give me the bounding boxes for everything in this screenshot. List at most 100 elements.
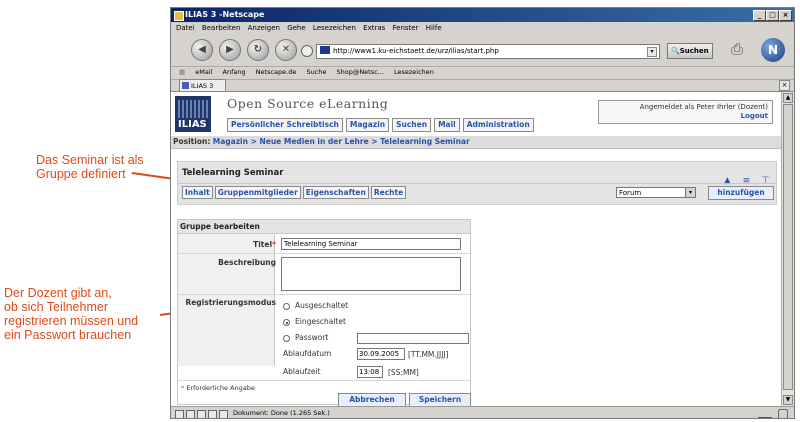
- save-button[interactable]: Speichern: [409, 393, 471, 406]
- nav-mail[interactable]: Mail: [434, 118, 460, 132]
- nav-administration[interactable]: Administration: [462, 118, 534, 132]
- option-eingeschaltet: Eingeschaltet: [295, 317, 346, 326]
- breadcrumb: Position: Magazin > Neue Medien in der L…: [171, 136, 781, 149]
- nav-suchen[interactable]: Suchen: [392, 118, 432, 132]
- breadcrumb-path[interactable]: Magazin > Neue Medien in der Lehre > Tel…: [213, 137, 470, 146]
- description-textarea[interactable]: [281, 257, 461, 291]
- group-tabs: Inhalt Gruppenmitglieder Eigenschaften Rech…: [182, 186, 408, 199]
- logout-link[interactable]: Logout: [741, 112, 768, 120]
- chevron-down-icon[interactable]: ▾: [685, 188, 695, 197]
- back-button[interactable]: ◀: [191, 39, 213, 61]
- cancel-button[interactable]: Abbrechen: [338, 393, 406, 406]
- search-button[interactable]: 🔍Suchen: [667, 43, 713, 59]
- offline-icon[interactable]: [758, 409, 772, 418]
- radio-eingeschaltet[interactable]: [283, 319, 290, 326]
- menu-fenster[interactable]: Fenster: [393, 24, 419, 32]
- reload-button[interactable]: ↻: [247, 39, 269, 61]
- window-titlebar: ILIAS 3 -Netscape _ □ ×: [171, 8, 794, 22]
- scroll-up-icon[interactable]: ▲: [783, 93, 793, 103]
- personal-toolbar: ▦ eMail Anfang Netscape.de Suche Shop@Ne…: [171, 66, 794, 80]
- add-button[interactable]: hinzufügen: [708, 186, 774, 200]
- nav-magazin[interactable]: Magazin: [345, 118, 390, 132]
- url-text: http://www1.ku-eichstaett.de/urz/ilias/s…: [333, 47, 499, 55]
- menu-hilfe[interactable]: Hilfe: [426, 24, 442, 32]
- mail-icon[interactable]: [186, 410, 195, 418]
- maximize-button[interactable]: □: [766, 10, 779, 21]
- print-icon[interactable]: ⎙: [731, 40, 753, 58]
- main-navigation: Persönlicher Schreibtisch Magazin Suchen Ma…: [227, 118, 537, 132]
- registration-label: Registrierungsmodus: [185, 298, 276, 307]
- menu-gehe[interactable]: Gehe: [287, 24, 305, 32]
- nav-persoenlicher-schreibtisch[interactable]: Persönlicher Schreibtisch: [227, 118, 343, 132]
- stop-button[interactable]: ✕: [275, 39, 297, 61]
- navigation-toolbar: ◀ ▶ ↻ ✕ http://www1.ku-eichstaett.de/urz…: [171, 35, 794, 67]
- menu-lesezeichen[interactable]: Lesezeichen: [313, 24, 356, 32]
- menu-bar: Datei Bearbeiten Anzeigen Gehe Lesezeich…: [171, 22, 794, 35]
- list-icon[interactable]: ≡: [742, 177, 751, 186]
- app-icon: [174, 11, 184, 21]
- option-passwort: Passwort: [295, 333, 329, 342]
- site-title: Open Source eLearning: [227, 96, 389, 111]
- address-book-icon[interactable]: [219, 410, 228, 418]
- chevron-down-icon[interactable]: ▾: [647, 47, 657, 57]
- forward-button[interactable]: ▶: [219, 39, 241, 61]
- tab-rechte[interactable]: Rechte: [370, 186, 407, 199]
- group-title: Telelearning Seminar: [182, 168, 284, 178]
- expiry-date-label: Ablaufdatum: [283, 349, 332, 358]
- menu-anzeigen[interactable]: Anzeigen: [248, 24, 280, 32]
- close-tab-icon[interactable]: ×: [779, 80, 790, 91]
- description-label: Beschreibung: [218, 258, 276, 267]
- vertical-scrollbar[interactable]: ▲ ▼: [781, 92, 794, 406]
- menu-bearbeiten[interactable]: Bearbeiten: [202, 24, 240, 32]
- bookmark-anfang[interactable]: Anfang: [223, 68, 246, 76]
- bookmark-suche[interactable]: Suche: [306, 68, 326, 76]
- menu-extras[interactable]: Extras: [363, 24, 385, 32]
- netscape-logo-icon: N: [761, 38, 785, 62]
- password-input[interactable]: [357, 333, 469, 344]
- bookmark-email[interactable]: eMail: [195, 68, 212, 76]
- required-note: * Erforderliche Angabe: [181, 384, 255, 392]
- search-icon: 🔍: [671, 47, 680, 55]
- tab-bar: ILIAS 3 ×: [171, 79, 794, 92]
- expiry-time-format: [SS:MM]: [388, 368, 419, 377]
- menu-datei[interactable]: Datei: [176, 24, 195, 32]
- url-input[interactable]: http://www1.ku-eichstaett.de/urz/ilias/s…: [316, 44, 660, 59]
- bookmark-netscape[interactable]: Netscape.de: [256, 68, 297, 76]
- title-input[interactable]: Telelearning Seminar: [281, 238, 461, 250]
- bookmark-shop[interactable]: Shop@Netsc...: [336, 68, 383, 76]
- up-arrow-icon[interactable]: ▲: [723, 177, 732, 186]
- tab-eigenschaften[interactable]: Eigenschaften: [302, 186, 369, 199]
- expiry-date-input[interactable]: 30.09.2005: [357, 348, 405, 360]
- status-text: Dokument: Done (1.265 Sek.): [233, 409, 330, 417]
- radio-ausgeschaltet[interactable]: [283, 303, 290, 310]
- ilias-header: ILIAS Open Source eLearning Persönlicher…: [171, 92, 781, 136]
- scroll-down-icon[interactable]: ▼: [783, 395, 793, 405]
- minimize-button[interactable]: _: [753, 10, 766, 21]
- home-icon[interactable]: [301, 45, 313, 57]
- scroll-thumb[interactable]: [783, 104, 793, 390]
- radio-passwort[interactable]: [283, 335, 290, 342]
- tree-icon[interactable]: ⊤: [761, 177, 770, 186]
- close-button[interactable]: ×: [779, 10, 792, 21]
- divider: [178, 253, 470, 254]
- expiry-time-label: Ablaufzeit: [283, 367, 321, 376]
- object-type-select[interactable]: Forum ▾: [616, 187, 696, 198]
- status-bar: Dokument: Done (1.265 Sek.): [171, 406, 794, 418]
- user-text: Angemeldet als Peter Ihrler (Dozent): [639, 103, 768, 111]
- lock-icon[interactable]: [778, 409, 788, 418]
- security-icon[interactable]: [175, 410, 184, 418]
- chat-icon[interactable]: [208, 410, 217, 418]
- favicon-icon: [320, 46, 330, 54]
- divider: [178, 183, 776, 184]
- tab-inhalt[interactable]: Inhalt: [182, 186, 213, 199]
- composer-icon[interactable]: [197, 410, 206, 418]
- tab-gruppenmitglieder[interactable]: Gruppenmitglieder: [214, 186, 301, 199]
- expiry-time-input[interactable]: 13:08: [357, 366, 383, 378]
- divider: [178, 294, 470, 295]
- bookmark-lesezeichen[interactable]: Lesezeichen: [394, 68, 434, 76]
- ilias-logo[interactable]: ILIAS: [175, 96, 211, 132]
- browser-window: ILIAS 3 -Netscape _ □ × Datei Bearbeiten…: [170, 7, 795, 419]
- tab-ilias[interactable]: ILIAS 3: [179, 79, 226, 91]
- tab-label: ILIAS 3: [191, 82, 214, 90]
- position-label: Position:: [173, 137, 211, 146]
